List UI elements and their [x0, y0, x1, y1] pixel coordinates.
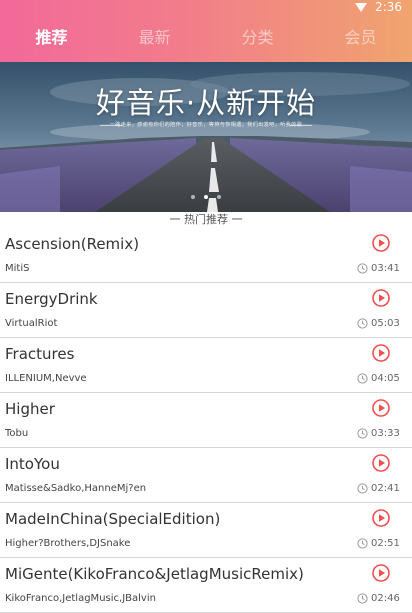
wifi-icon [355, 2, 368, 12]
carousel-dot[interactable] [191, 195, 195, 199]
clock-icon [357, 318, 368, 329]
clock-icon [357, 263, 368, 274]
section-title: 一 热门推荐 一 [169, 213, 243, 226]
song-duration: 02:41 [357, 483, 400, 494]
duration-text: 02:51 [371, 538, 400, 549]
play-icon[interactable] [372, 399, 390, 417]
duration-text: 04:05 [371, 373, 400, 384]
status-bar: 2:36 [355, 0, 402, 14]
play-icon[interactable] [372, 289, 390, 307]
tab-recommend[interactable]: 推荐 [0, 24, 103, 52]
banner-title: 好音乐·从新开始 [95, 86, 317, 120]
song-title: MadeInChina(SpecialEdition) [5, 510, 221, 528]
tab-category[interactable]: 分类 [206, 24, 309, 52]
clock-icon [357, 373, 368, 384]
song-row[interactable]: Fractures ILLENIUM,Nevve 04:05 [0, 338, 412, 393]
song-row[interactable]: Higher Tobu 03:33 [0, 393, 412, 448]
banner-carousel[interactable]: 好音乐·从新开始 一路走来，感谢有你们的陪伴；好音乐，等待与你相遇；我们出发吧，… [0, 62, 412, 212]
tab-bar: 推荐 最新 分类 会员 [0, 24, 412, 52]
song-duration: 03:33 [357, 428, 400, 439]
status-time: 2:36 [375, 0, 402, 14]
clock-icon [357, 593, 368, 604]
carousel-indicator [0, 195, 412, 199]
play-icon[interactable] [372, 509, 390, 527]
song-row[interactable]: MadeInChina(SpecialEdition) Higher?Brothe… [0, 503, 412, 558]
play-icon[interactable] [372, 454, 390, 472]
play-icon[interactable] [372, 234, 390, 252]
play-icon[interactable] [372, 344, 390, 362]
song-row[interactable]: IntoYou Matisse&Sadko,HanneMj?en 02:41 [0, 448, 412, 503]
song-row[interactable]: EnergyDrink VirtualRiot 05:03 [0, 283, 412, 338]
song-duration: 02:46 [357, 593, 400, 604]
song-duration: 03:41 [357, 263, 400, 274]
song-artist: MitiS [5, 263, 30, 274]
song-artist: VirtualRiot [5, 318, 58, 329]
song-title: Ascension(Remix) [5, 235, 140, 253]
duration-text: 02:41 [371, 483, 400, 494]
song-artist: Tobu [5, 428, 29, 439]
tab-latest[interactable]: 最新 [103, 24, 206, 52]
duration-text: 05:03 [371, 318, 400, 329]
carousel-dot-active[interactable] [204, 195, 208, 199]
song-duration: 02:51 [357, 538, 400, 549]
tab-vip[interactable]: 会员 [309, 24, 412, 52]
duration-text: 03:33 [371, 428, 400, 439]
app-header: 2:36 推荐 最新 分类 会员 [0, 0, 412, 62]
song-row[interactable]: MiGente(KikoFranco&JetlagMusicRemix) Kiko… [0, 558, 412, 613]
song-duration: 05:03 [357, 318, 400, 329]
duration-text: 02:46 [371, 593, 400, 604]
song-artist: Matisse&Sadko,HanneMj?en [5, 483, 147, 494]
banner-subtitle: 一路走来，感谢有你们的陪伴；好音乐，等待与你相遇；我们出发吧，听我的歌 [109, 122, 303, 128]
song-title: Fractures [5, 345, 75, 363]
song-title: Higher [5, 400, 55, 418]
duration-text: 03:41 [371, 263, 400, 274]
song-title: MiGente(KikoFranco&JetlagMusicRemix) [5, 565, 304, 583]
play-icon[interactable] [372, 564, 390, 582]
carousel-dot[interactable] [217, 195, 221, 199]
song-duration: 04:05 [357, 373, 400, 384]
song-list: Ascension(Remix) MitiS 03:41 EnergyDrink Vir… [0, 228, 412, 613]
song-title: IntoYou [5, 455, 60, 473]
song-artist: ILLENIUM,Nevve [5, 373, 87, 384]
clock-icon [357, 538, 368, 549]
clock-icon [357, 483, 368, 494]
song-row[interactable]: Ascension(Remix) MitiS 03:41 [0, 228, 412, 283]
song-artist: Higher?Brothers,DJSnake [5, 538, 131, 549]
song-artist: KikoFranco,JetlagMusic,JBalvin [5, 593, 156, 604]
song-title: EnergyDrink [5, 290, 98, 308]
clock-icon [357, 428, 368, 439]
